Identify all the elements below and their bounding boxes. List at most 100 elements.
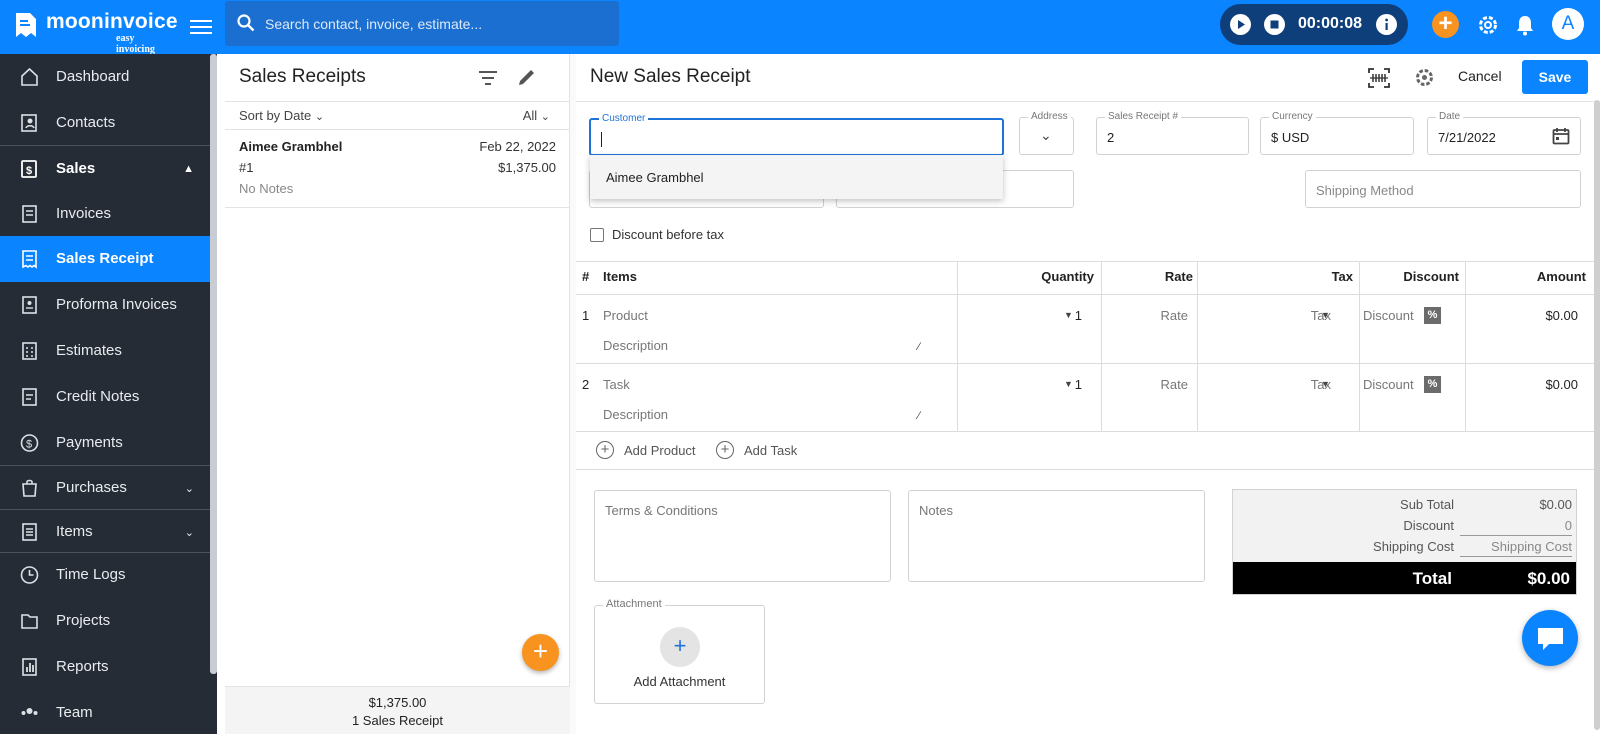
user-avatar[interactable]: A bbox=[1552, 8, 1584, 40]
subtotal-row: Sub Total $0.00 bbox=[1233, 495, 1578, 515]
sidebar-item-dashboard[interactable]: Dashboard bbox=[0, 54, 210, 100]
logo-icon bbox=[16, 13, 36, 37]
search-input[interactable] bbox=[265, 1, 605, 46]
sidebar-item-payments[interactable]: $ Payments bbox=[0, 420, 210, 466]
discount-input[interactable]: 0 bbox=[1565, 518, 1572, 533]
percent-toggle[interactable]: % bbox=[1424, 307, 1441, 324]
cancel-button[interactable]: Cancel bbox=[1458, 68, 1502, 84]
sidebar-item-invoices[interactable]: Invoices bbox=[0, 191, 210, 237]
sidebar-item-sales[interactable]: $ Sales ▲ bbox=[0, 146, 210, 192]
list-item[interactable]: Aimee Grambhel Feb 22, 2022 #1 $1,375.00… bbox=[225, 130, 570, 208]
sidebar-item-label: Credit Notes bbox=[56, 388, 140, 405]
menu-toggle-icon[interactable] bbox=[190, 16, 212, 36]
item-name-input[interactable]: Task bbox=[603, 377, 630, 392]
shipping-cost-input[interactable]: Shipping Cost bbox=[1491, 539, 1572, 554]
sidebar-item-label: Projects bbox=[56, 612, 111, 629]
rate-input[interactable]: Rate bbox=[1161, 308, 1188, 323]
app-name: mooninvoice bbox=[46, 10, 178, 33]
terms-conditions-input[interactable]: Terms & Conditions bbox=[594, 490, 891, 582]
rate-input[interactable]: Rate bbox=[1161, 377, 1188, 392]
sort-dropdown[interactable]: Sort by Date ⌄ bbox=[239, 108, 324, 123]
sidebar-item-team[interactable]: Team bbox=[0, 690, 210, 736]
col-header-discount: Discount bbox=[1403, 269, 1459, 284]
receipt-icon bbox=[22, 250, 37, 269]
customer-label: Customer bbox=[599, 113, 649, 124]
sort-label: Sort by Date bbox=[239, 108, 312, 123]
dollar-icon: $ bbox=[20, 434, 39, 452]
notes-input[interactable]: Notes bbox=[908, 490, 1205, 582]
info-icon[interactable] bbox=[1376, 14, 1397, 35]
sidebar-item-time-logs[interactable]: Time Logs bbox=[0, 552, 210, 598]
list-item-amount: $1,375.00 bbox=[498, 160, 556, 175]
quick-add-button[interactable]: + bbox=[1432, 11, 1459, 38]
item-description-input[interactable]: Description bbox=[603, 407, 668, 422]
barcode-scan-icon[interactable] bbox=[1368, 68, 1390, 88]
address-select[interactable]: Address ⌄ bbox=[1019, 111, 1074, 155]
proforma-icon bbox=[22, 296, 37, 314]
currency-label: Currency bbox=[1269, 111, 1316, 122]
sidebar-scrollbar[interactable] bbox=[210, 54, 217, 674]
filter-icon[interactable] bbox=[479, 71, 497, 85]
receipt-number-field[interactable]: Sales Receipt # 2 bbox=[1096, 111, 1249, 155]
calendar-icon[interactable] bbox=[1552, 127, 1570, 145]
sidebar-item-label: Sales bbox=[56, 160, 96, 177]
sidebar-item-label: Sales Receipt bbox=[56, 250, 154, 267]
sidebar-item-label: Reports bbox=[56, 658, 109, 675]
chart-icon bbox=[22, 658, 37, 676]
add-product-button[interactable]: + Add Product bbox=[596, 441, 716, 463]
page-title: New Sales Receipt bbox=[590, 66, 751, 87]
play-icon[interactable] bbox=[1230, 14, 1251, 35]
app-logo[interactable]: mooninvoice easy invoicing bbox=[14, 10, 178, 55]
resize-grip-icon[interactable]: ∕ bbox=[918, 410, 920, 422]
customer-suggestion-dropdown[interactable]: Aimee Grambhel bbox=[590, 155, 1003, 199]
subtotal-value: $0.00 bbox=[1539, 497, 1572, 512]
customer-suggestion-item[interactable]: Aimee Grambhel bbox=[606, 170, 704, 185]
sidebar-item-projects[interactable]: Projects bbox=[0, 598, 210, 644]
sidebar-item-items[interactable]: Items ⌄ bbox=[0, 509, 210, 555]
chat-support-button[interactable] bbox=[1522, 610, 1578, 666]
filter-dropdown[interactable]: All ⌄ bbox=[523, 108, 550, 123]
notification-bell-icon[interactable] bbox=[1515, 14, 1535, 36]
item-description-input[interactable]: Description bbox=[603, 338, 668, 353]
date-field[interactable]: Date 7/21/2022 bbox=[1427, 111, 1581, 155]
caret-down-icon[interactable]: ▼ bbox=[1321, 310, 1330, 320]
sidebar-item-contacts[interactable]: Contacts bbox=[0, 100, 210, 146]
add-attachment-label[interactable]: Add Attachment bbox=[595, 674, 764, 689]
add-attachment-icon[interactable]: + bbox=[660, 627, 700, 667]
caret-down-icon[interactable]: ▼ bbox=[1064, 379, 1073, 389]
shipping-method-field[interactable]: Shipping Method bbox=[1305, 170, 1581, 208]
sidebar-item-label: Dashboard bbox=[56, 68, 130, 85]
sidebar-item-proforma-invoices[interactable]: Proforma Invoices bbox=[0, 282, 210, 328]
shipping-label: Shipping Cost bbox=[1373, 539, 1454, 554]
add-sales-receipt-button[interactable]: + bbox=[522, 634, 559, 671]
edit-pencil-icon[interactable] bbox=[517, 68, 536, 87]
stop-icon[interactable] bbox=[1264, 14, 1285, 35]
save-button[interactable]: Save bbox=[1522, 60, 1588, 94]
quantity-input[interactable]: 1 bbox=[1075, 308, 1082, 323]
customer-field[interactable]: Customer bbox=[589, 113, 1004, 156]
quantity-input[interactable]: 1 bbox=[1075, 377, 1082, 392]
percent-toggle[interactable]: % bbox=[1424, 376, 1441, 393]
discount-input[interactable]: Discount bbox=[1363, 377, 1414, 392]
sidebar-item-credit-notes[interactable]: Credit Notes bbox=[0, 374, 210, 420]
sidebar-item-purchases[interactable]: Purchases ⌄ bbox=[0, 465, 210, 511]
currency-field[interactable]: Currency $ USD bbox=[1260, 111, 1414, 155]
discount-before-tax-checkbox[interactable] bbox=[590, 228, 604, 242]
caret-down-icon[interactable]: ▼ bbox=[1064, 310, 1073, 320]
sidebar-item-estimates[interactable]: Estimates bbox=[0, 328, 210, 374]
settings-icon[interactable] bbox=[1414, 67, 1435, 88]
team-icon bbox=[21, 708, 38, 715]
caret-down-icon[interactable]: ▼ bbox=[1321, 379, 1330, 389]
sidebar-item-reports[interactable]: Reports bbox=[0, 644, 210, 690]
col-header-tax: Tax bbox=[1331, 269, 1353, 284]
resize-grip-icon[interactable]: ∕ bbox=[918, 341, 920, 353]
sales-receipt-form: New Sales Receipt Cancel Save Customer A… bbox=[576, 54, 1600, 734]
add-task-button[interactable]: + Add Task bbox=[716, 441, 816, 463]
form-scrollbar[interactable] bbox=[1594, 100, 1600, 730]
settings-icon[interactable] bbox=[1477, 14, 1499, 36]
item-name-input[interactable]: Product bbox=[603, 308, 648, 323]
discount-row: Discount 0 bbox=[1233, 516, 1578, 536]
discount-input[interactable]: Discount bbox=[1363, 308, 1414, 323]
col-header-amount: Amount bbox=[1536, 269, 1586, 284]
sidebar-item-sales-receipt[interactable]: Sales Receipt bbox=[0, 236, 210, 282]
